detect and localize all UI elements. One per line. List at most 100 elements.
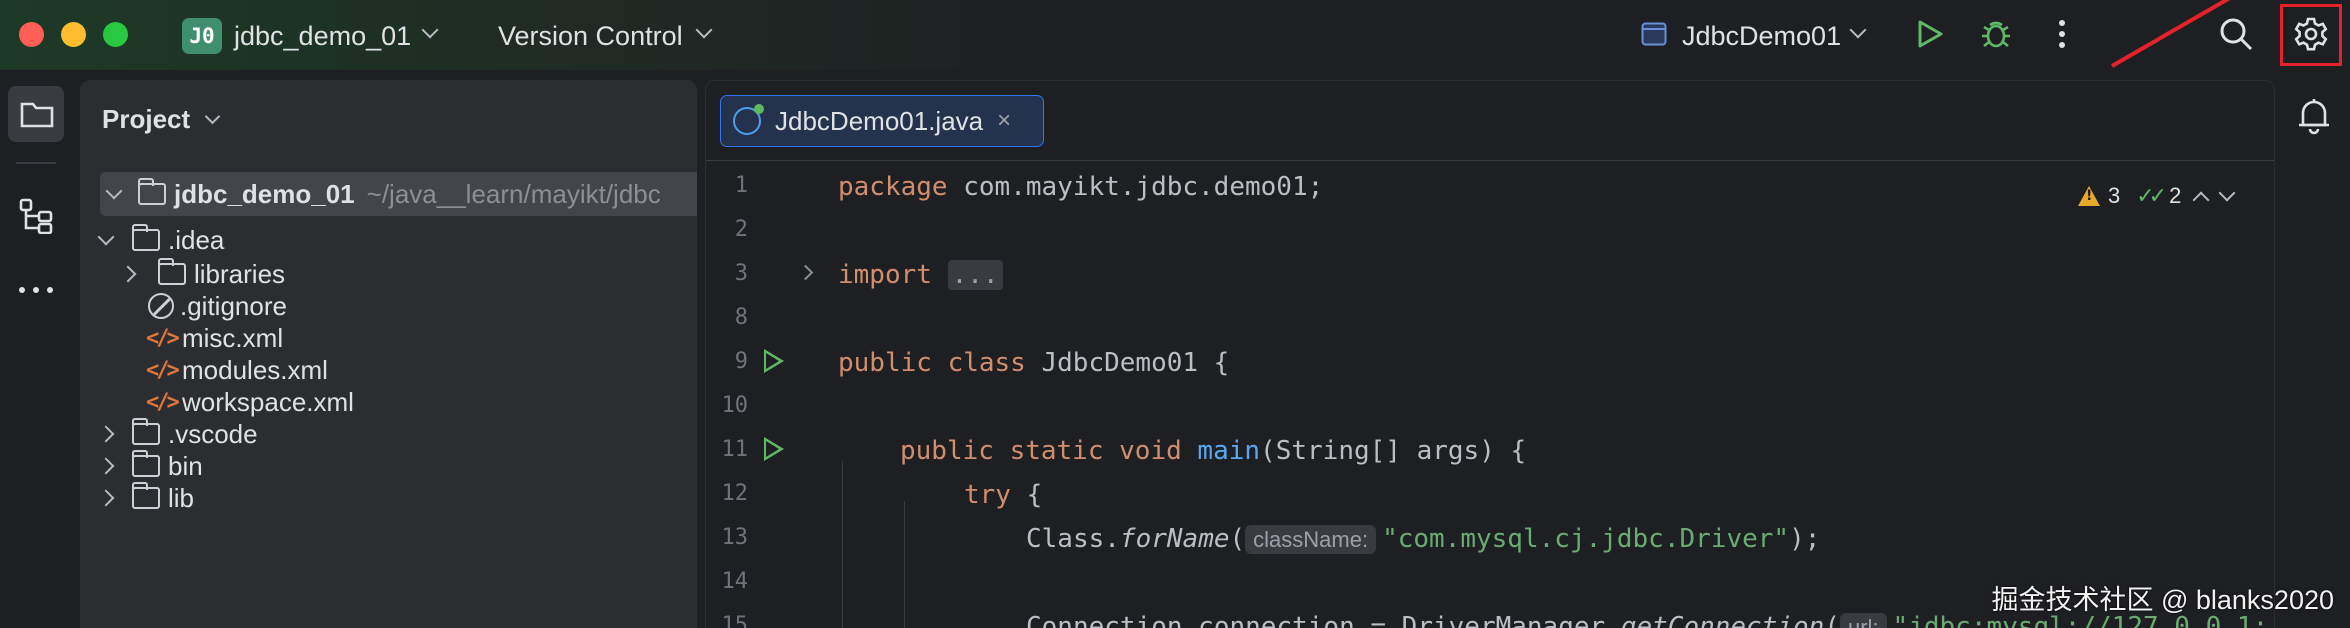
- method-name: main: [1197, 436, 1261, 466]
- line-number: 8: [734, 305, 748, 330]
- zoom-window-button[interactable]: [103, 22, 128, 47]
- line-number: 9: [734, 349, 748, 374]
- editor-tab-bar: JdbcDemo01.java ×: [706, 81, 2274, 161]
- method-params: (String[] args) {: [1260, 436, 1527, 466]
- keyword-modifiers: public static void: [900, 436, 1182, 466]
- search-icon[interactable]: [2216, 14, 2256, 54]
- settings-highlight-box: [2280, 4, 2342, 66]
- right-tool-strip: [2280, 70, 2350, 628]
- chevron-down-icon[interactable]: [421, 21, 439, 39]
- close-window-button[interactable]: [19, 22, 44, 47]
- parameter-hint: className:: [1245, 525, 1377, 554]
- tree-item-lib[interactable]: lib: [80, 476, 697, 520]
- indent-guide: [842, 461, 843, 628]
- structure-icon[interactable]: [16, 196, 56, 236]
- strip-divider: [16, 162, 56, 164]
- code-line-9[interactable]: public class JdbcDemo01 {: [838, 341, 1229, 385]
- class-declaration: JdbcDemo01 {: [1025, 348, 1230, 378]
- tab-label: JdbcDemo01.java: [775, 105, 984, 136]
- statement-end: );: [1789, 524, 1821, 554]
- line-number: 10: [721, 393, 749, 418]
- minimize-window-button[interactable]: [61, 22, 86, 47]
- xml-file-icon: </>: [146, 325, 180, 351]
- double-check-icon: ✓✓: [2136, 183, 2167, 209]
- xml-file-icon: </>: [146, 389, 180, 415]
- code-line-1[interactable]: package com.mayikt.jdbc.demo01;: [838, 165, 1323, 209]
- line-number: 1: [734, 173, 748, 198]
- code-line-11[interactable]: public static void main(String[] args) {: [900, 429, 1526, 473]
- folder-icon: [131, 418, 160, 445]
- package-name: com.mayikt.jdbc.demo01;: [947, 172, 1324, 202]
- inspection-widget[interactable]: 3 ✓✓ 2: [2078, 181, 2247, 211]
- static-method: forName: [1119, 524, 1230, 554]
- folder-icon: [157, 258, 186, 285]
- line-number: 15: [721, 613, 749, 628]
- next-highlight-icon[interactable]: [2218, 184, 2236, 202]
- previous-highlight-icon[interactable]: [2192, 191, 2210, 209]
- class-ref: Class.: [1026, 524, 1120, 554]
- indent-guide: [904, 501, 905, 628]
- expand-arrow-icon[interactable]: [97, 228, 115, 246]
- warning-count: 3: [2108, 183, 2121, 208]
- connection-decl: Connection connection = DriverManager.: [1026, 612, 1621, 628]
- project-panel-title-text: Project: [102, 104, 191, 134]
- run-config-icon[interactable]: [1640, 20, 1668, 48]
- chevron-down-icon[interactable]: [205, 108, 221, 125]
- fold-expand-icon[interactable]: [797, 264, 814, 281]
- collapse-arrow-icon[interactable]: [97, 489, 115, 507]
- project-switcher[interactable]: jdbc_demo_01: [234, 18, 411, 54]
- run-gutter-icon[interactable]: [764, 437, 784, 461]
- open-paren: (: [1824, 612, 1840, 628]
- line-number: 13: [721, 525, 749, 550]
- more-actions-icon[interactable]: [2050, 14, 2074, 54]
- code-line-3[interactable]: import ...: [838, 253, 1003, 297]
- project-tool-button[interactable]: [8, 86, 64, 142]
- code-line-12[interactable]: try {: [964, 473, 1042, 517]
- project-panel: Project jdbc_demo_01 ~/java__learn/mayik…: [80, 80, 697, 628]
- watermark-text: 掘金技术社区 @ blanks2020: [1991, 585, 2334, 615]
- folded-imports[interactable]: ...: [947, 260, 1003, 290]
- run-gutter-icon[interactable]: [764, 349, 784, 373]
- module-folder-icon: [137, 178, 166, 205]
- line-number: 3: [734, 261, 748, 286]
- code-editor: JdbcDemo01.java × 3 ✓✓ 2 1 2 3 8 9 10 11…: [705, 80, 2275, 628]
- folder-icon: [131, 450, 160, 477]
- tree-item-label: lib: [168, 482, 195, 513]
- close-tab-icon[interactable]: ×: [997, 107, 1011, 135]
- project-badge-icon[interactable]: J0: [182, 18, 222, 54]
- editor-tab-jdbcdemo01[interactable]: JdbcDemo01.java ×: [720, 95, 1044, 147]
- parameter-hint: url:: [1839, 613, 1887, 628]
- chevron-down-icon[interactable]: [695, 21, 713, 39]
- keyword-public-class: public class: [838, 348, 1026, 378]
- line-number: 12: [721, 481, 749, 506]
- expand-arrow-icon[interactable]: [105, 182, 123, 200]
- keyword-try: try: [964, 480, 1011, 510]
- more-tool-windows-icon[interactable]: [16, 278, 56, 302]
- string-literal: "com.mysql.cj.jdbc.Driver": [1382, 524, 1790, 554]
- line-number: 14: [721, 569, 749, 594]
- project-panel-title[interactable]: Project: [102, 104, 221, 135]
- line-number: 2: [734, 217, 748, 242]
- collapse-arrow-icon[interactable]: [119, 265, 137, 283]
- title-bar: J0 jdbc_demo_01 Version Control JdbcDemo…: [0, 0, 2350, 70]
- left-tool-strip: [0, 70, 74, 628]
- keyword-package: package: [838, 172, 948, 202]
- ok-count: 2: [2169, 183, 2182, 208]
- folder-icon: [131, 224, 160, 251]
- module-path-hint: ~/java__learn/mayikt/jdbc: [366, 178, 661, 209]
- run-icon[interactable]: [1912, 16, 1948, 52]
- debug-icon[interactable]: [1976, 14, 2016, 54]
- line-number: 11: [721, 437, 749, 462]
- collapse-arrow-icon[interactable]: [97, 457, 115, 475]
- keyword-import: import: [838, 260, 932, 290]
- version-control-menu[interactable]: Version Control: [498, 18, 683, 54]
- tree-item-label: .idea: [168, 224, 225, 255]
- java-class-icon: [733, 104, 764, 135]
- collapse-arrow-icon[interactable]: [97, 425, 115, 443]
- code-line-13[interactable]: Class.forName(className: "com.mysql.cj.jd…: [1026, 517, 1820, 561]
- run-config-selector[interactable]: JdbcDemo01: [1682, 18, 1841, 54]
- chevron-down-icon[interactable]: [1849, 21, 1867, 39]
- tree-item-module[interactable]: jdbc_demo_01 ~/java__learn/mayikt/jdbc: [100, 172, 697, 216]
- notifications-bell-icon[interactable]: [2294, 94, 2334, 138]
- try-brace: {: [1010, 480, 1043, 510]
